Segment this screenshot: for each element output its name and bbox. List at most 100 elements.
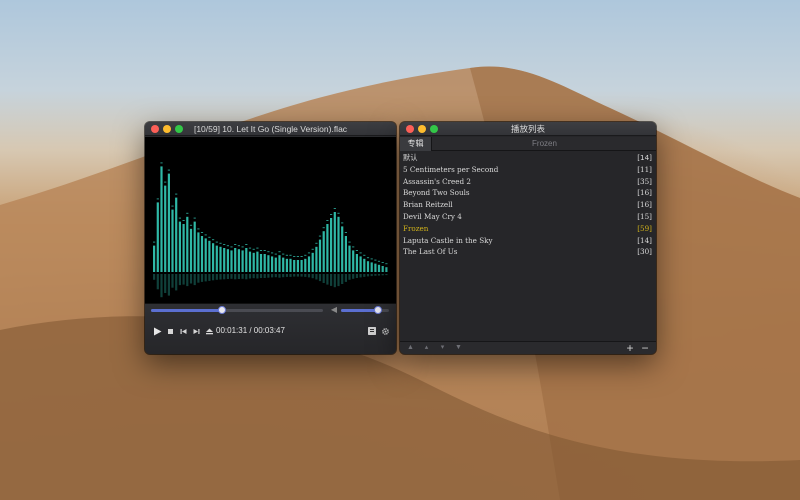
spectrum-bar [333, 212, 336, 272]
spectrum-peak [186, 212, 189, 214]
spectrum-bar [337, 216, 340, 272]
album-track-count: [11] [637, 164, 652, 174]
spectrum-peak [156, 198, 159, 200]
spectrum-bar [189, 228, 193, 272]
spectrum-bar [248, 251, 252, 272]
playlist-toggle-button[interactable] [368, 327, 376, 335]
stop-icon [167, 328, 173, 334]
album-row[interactable]: Assassin's Creed 2 [35] [400, 176, 656, 188]
album-name: Laputa Castle in the Sky [403, 235, 493, 245]
spectrum-peak [171, 205, 174, 207]
move-up-icon[interactable]: ▴ [422, 344, 431, 352]
spectrum-bar [344, 236, 347, 272]
player-titlebar[interactable]: [10/59] 10. Let It Go (Single Version).f… [145, 122, 396, 136]
spectrum-bar [215, 245, 218, 272]
spectrum-reflection [208, 274, 211, 281]
spectrum-peak [204, 234, 207, 236]
spectrum-reflection [370, 274, 373, 277]
spectrum-bar [304, 258, 307, 272]
spectrum-bar [370, 262, 373, 272]
remove-button[interactable]: − [641, 342, 649, 354]
spectrum-bar [330, 218, 333, 272]
seek-bar[interactable] [151, 306, 323, 314]
eject-button[interactable] [204, 326, 214, 336]
tab-album[interactable]: 专辑 [400, 137, 432, 151]
spectrum-reflection [271, 274, 274, 278]
spectrum-reflection [318, 274, 322, 282]
move-to-top-icon[interactable]: ▲ [406, 344, 415, 352]
spectrum-bar [193, 221, 196, 272]
stop-button[interactable] [165, 326, 175, 336]
spectrum-peak [377, 260, 381, 262]
album-row[interactable]: Beyond Two Souls [16] [400, 187, 656, 199]
gear-icon [382, 328, 389, 335]
move-down-icon[interactable]: ▾ [438, 344, 447, 352]
spectrum-peak [374, 259, 377, 261]
next-button[interactable] [191, 326, 201, 336]
spectrum-bar [282, 257, 285, 272]
spectrum-reflection [212, 274, 215, 281]
spectrum-bar [252, 252, 255, 272]
spectrum-bar [377, 264, 381, 272]
spectrum-reflection [182, 274, 185, 285]
spectrum-peak [167, 169, 170, 171]
spectrum-reflection [241, 274, 244, 279]
spectrum-bar [300, 260, 303, 272]
spectrum-peak [241, 246, 244, 248]
play-button[interactable] [152, 326, 162, 336]
album-row[interactable]: The Last Of Us [30] [400, 246, 656, 258]
tab-current-album[interactable]: Frozen [433, 137, 656, 151]
volume-slider-fill [341, 309, 379, 312]
playback-time: 00:01:31 / 00:03:47 [216, 326, 285, 335]
spectrum-bar [374, 263, 377, 272]
volume-icon[interactable]: ◀ [329, 305, 339, 315]
spectrum-bar [241, 250, 244, 272]
spectrum-peak [252, 248, 255, 250]
spectrum-reflection [153, 274, 156, 280]
album-track-count: [15] [637, 211, 652, 221]
spectrum-bar [363, 258, 366, 272]
spectrum-reflection [230, 274, 233, 279]
spectrum-bar [326, 224, 329, 272]
spectrum-peak [175, 193, 178, 195]
spectrum-reflection [282, 274, 285, 278]
settings-button[interactable] [381, 327, 390, 336]
album-row[interactable]: 默认 [14] [400, 152, 656, 164]
spectrum-peak [237, 245, 240, 247]
spectrum-peak [293, 256, 296, 257]
album-row[interactable]: Laputa Castle in the Sky [14] [400, 235, 656, 247]
spectrum-bar [267, 255, 270, 272]
spectrum-peak [344, 232, 347, 233]
spectrum-reflection [333, 274, 336, 288]
spectrum-bar [208, 240, 211, 272]
spectrum-bar [237, 249, 240, 272]
album-row[interactable]: Frozen [59] [400, 223, 656, 235]
album-row[interactable]: Devil May Cry 4 [15] [400, 211, 656, 223]
spectrum-peak [278, 251, 281, 253]
spectrum-reflection [341, 274, 344, 284]
play-icon [153, 327, 161, 335]
spectrum-peak [267, 251, 270, 253]
spectrum-reflection [252, 274, 255, 279]
move-to-bottom-icon[interactable]: ▼ [454, 344, 463, 352]
next-icon [193, 328, 199, 334]
volume-slider[interactable] [341, 306, 389, 314]
spectrum-bar [204, 238, 207, 272]
add-button[interactable]: + [626, 342, 634, 354]
album-row[interactable]: Brian Reitzell [16] [400, 199, 656, 211]
spectrum-reflection [245, 274, 248, 280]
playlist-titlebar[interactable]: 播放列表 [400, 122, 656, 136]
spectrum-bar [259, 254, 263, 272]
album-name: Brian Reitzell [403, 200, 453, 210]
volume-slider-knob[interactable] [374, 306, 383, 314]
previous-button[interactable] [178, 326, 188, 336]
seek-bar-knob[interactable] [217, 306, 226, 314]
spectrum-peak [322, 227, 325, 229]
spectrum-reflection [193, 274, 196, 286]
spectrum-reflection [296, 274, 299, 277]
album-row[interactable]: 5 Centimeters per Second [11] [400, 164, 656, 176]
spectrum-bar [315, 246, 318, 272]
spectrum-peak [274, 253, 277, 255]
spectrum-reflection [293, 274, 296, 277]
spectrum-peak [197, 228, 200, 230]
